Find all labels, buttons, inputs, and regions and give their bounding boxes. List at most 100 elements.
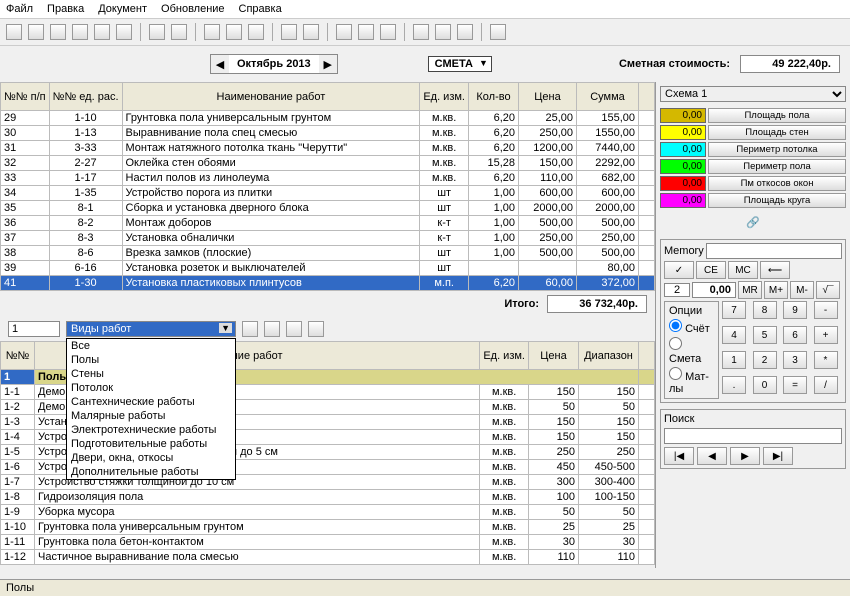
- tb-open-icon[interactable]: [28, 24, 44, 40]
- tb-help-icon[interactable]: [490, 24, 506, 40]
- table-row[interactable]: 378-3Установка обналичкик-т1,00250,00250…: [1, 231, 655, 246]
- opt-mat[interactable]: [669, 367, 682, 380]
- catalog-row[interactable]: 1-11Грунтовка пола бетон-контактомм.кв.3…: [1, 535, 655, 550]
- th-qty[interactable]: Кол-во: [469, 83, 519, 111]
- ce-button[interactable]: CE: [696, 261, 726, 279]
- numpad-3[interactable]: 3: [783, 351, 807, 369]
- table-row[interactable]: 341-35Устройство порога из плиткишт1,006…: [1, 186, 655, 201]
- catalog-row[interactable]: 1-8Гидроизоляция полам.кв.100100-150: [1, 490, 655, 505]
- link-icon[interactable]: 🔗: [746, 217, 760, 229]
- opt-smeta[interactable]: [669, 337, 682, 350]
- table-row[interactable]: 291-10Грунтовка пола универсальным грунт…: [1, 111, 655, 126]
- table-row[interactable]: 388-6Врезка замков (плоские)шт1,00500,00…: [1, 246, 655, 261]
- tb-copy-icon[interactable]: [204, 24, 220, 40]
- tb-users-icon[interactable]: [380, 24, 396, 40]
- catalog-row[interactable]: 1-10Грунтовка пола универсальным грунтом…: [1, 520, 655, 535]
- filter-num-input[interactable]: [8, 321, 60, 337]
- date-next-button[interactable]: ▶: [319, 55, 337, 73]
- decimals-spinner[interactable]: [664, 283, 690, 297]
- numpad-8[interactable]: 8: [753, 301, 777, 319]
- numpad-6[interactable]: 6: [783, 326, 807, 344]
- table-row[interactable]: 411-30Установка пластиковых плинтусовм.п…: [1, 276, 655, 291]
- tb-pref-icon[interactable]: [435, 24, 451, 40]
- tb-new-icon[interactable]: [6, 24, 22, 40]
- tb-print2-icon[interactable]: [116, 24, 132, 40]
- tb-word-icon[interactable]: [171, 24, 187, 40]
- nav-first-button[interactable]: |◀: [664, 447, 694, 465]
- th2-unit[interactable]: Ед. изм.: [480, 342, 529, 370]
- table-row[interactable]: 331-17Настил полов из линолеумам.кв.6,20…: [1, 171, 655, 186]
- table-row[interactable]: 322-27Оклейка стен обоямим.кв.15,28150,0…: [1, 156, 655, 171]
- menu-file[interactable]: Файл: [6, 3, 33, 15]
- area-button[interactable]: Периметр потолка: [708, 142, 846, 157]
- nav-prev-button[interactable]: ◀: [697, 447, 727, 465]
- mminus-button[interactable]: M-: [790, 281, 814, 299]
- th2-price[interactable]: Цена: [529, 342, 579, 370]
- combo-option[interactable]: Сантехнические работы: [67, 395, 235, 409]
- tb-paste-icon[interactable]: [226, 24, 242, 40]
- area-button[interactable]: Периметр пола: [708, 159, 846, 174]
- numpad-7[interactable]: 7: [722, 301, 746, 319]
- numpad-0[interactable]: 0: [753, 376, 777, 394]
- th2-range[interactable]: Диапазон: [579, 342, 639, 370]
- tb-save-icon[interactable]: [50, 24, 66, 40]
- tb-paste2-icon[interactable]: [336, 24, 352, 40]
- work-type-combo[interactable]: Виды работ ВсеПолыСтеныПотолокСантехниче…: [66, 321, 236, 337]
- area-button[interactable]: Площадь пола: [708, 108, 846, 123]
- th-unit[interactable]: Ед. изм.: [420, 83, 469, 111]
- trash-icon[interactable]: [242, 321, 258, 337]
- area-button[interactable]: Пм откосов окон: [708, 176, 846, 191]
- numpad-.[interactable]: .: [722, 376, 746, 394]
- combo-option[interactable]: Все: [67, 339, 235, 353]
- combo-option[interactable]: Малярные работы: [67, 409, 235, 423]
- menu-update[interactable]: Обновление: [161, 3, 225, 15]
- combo-selected[interactable]: Виды работ: [66, 321, 236, 337]
- area-button[interactable]: Площадь стен: [708, 125, 846, 140]
- table-row[interactable]: 301-13Выравнивание пола спец смесьюм.кв.…: [1, 126, 655, 141]
- menu-help[interactable]: Справка: [239, 3, 282, 15]
- tb-delete-icon[interactable]: [248, 24, 264, 40]
- scheme-select[interactable]: Схема 1: [660, 86, 846, 102]
- numpad-5[interactable]: 5: [753, 326, 777, 344]
- catalog-row[interactable]: 1-9Уборка мусорам.кв.5050: [1, 505, 655, 520]
- main-table[interactable]: №№ п/п №№ ед. рас. Наименование работ Ед…: [0, 82, 655, 291]
- table-row[interactable]: 396-16Установка розеток и выключателейшт…: [1, 261, 655, 276]
- tb-money-icon[interactable]: [457, 24, 473, 40]
- date-prev-button[interactable]: ◀: [211, 55, 229, 73]
- combo-option[interactable]: Стены: [67, 367, 235, 381]
- excel-icon[interactable]: [308, 321, 324, 337]
- back-button[interactable]: ⟵: [760, 261, 790, 279]
- tb-saveas-icon[interactable]: [72, 24, 88, 40]
- tb-excel-icon[interactable]: [149, 24, 165, 40]
- th2-num[interactable]: №№: [1, 342, 35, 370]
- numpad-/[interactable]: /: [814, 376, 838, 394]
- th-price[interactable]: Цена: [519, 83, 577, 111]
- catalog-row[interactable]: 1-12Частичное выравнивание пола смесьюм.…: [1, 550, 655, 565]
- mc-button[interactable]: MC: [728, 261, 758, 279]
- tb-link-icon[interactable]: [413, 24, 429, 40]
- tb-chart-icon[interactable]: [358, 24, 374, 40]
- combo-option[interactable]: Электротехнические работы: [67, 423, 235, 437]
- search-input[interactable]: [664, 428, 842, 444]
- th-ed[interactable]: №№ ед. рас.: [49, 83, 122, 111]
- numpad-*[interactable]: *: [814, 351, 838, 369]
- numpad--[interactable]: -: [814, 301, 838, 319]
- combo-option[interactable]: Полы: [67, 353, 235, 367]
- table-row[interactable]: 368-2Монтаж доборовк-т1,00500,00500,00: [1, 216, 655, 231]
- th-sum[interactable]: Сумма: [577, 83, 639, 111]
- tb-find-icon[interactable]: [281, 24, 297, 40]
- th-num[interactable]: №№ п/п: [1, 83, 50, 111]
- combo-option[interactable]: Дополнительные работы: [67, 465, 235, 479]
- nav-next-button[interactable]: ▶: [730, 447, 760, 465]
- area-button[interactable]: Площадь круга: [708, 193, 846, 208]
- table-row[interactable]: 313-33Монтаж натяжного потолка ткань "Че…: [1, 141, 655, 156]
- numpad-=[interactable]: =: [783, 376, 807, 394]
- nav-last-button[interactable]: ▶|: [763, 447, 793, 465]
- combo-option[interactable]: Двери, окна, откосы: [67, 451, 235, 465]
- menu-edit[interactable]: Правка: [47, 3, 84, 15]
- th-name[interactable]: Наименование работ: [122, 83, 420, 111]
- numpad-9[interactable]: 9: [783, 301, 807, 319]
- check-button[interactable]: ✓: [664, 261, 694, 279]
- numpad-1[interactable]: 1: [722, 351, 746, 369]
- tb-refresh-icon[interactable]: [303, 24, 319, 40]
